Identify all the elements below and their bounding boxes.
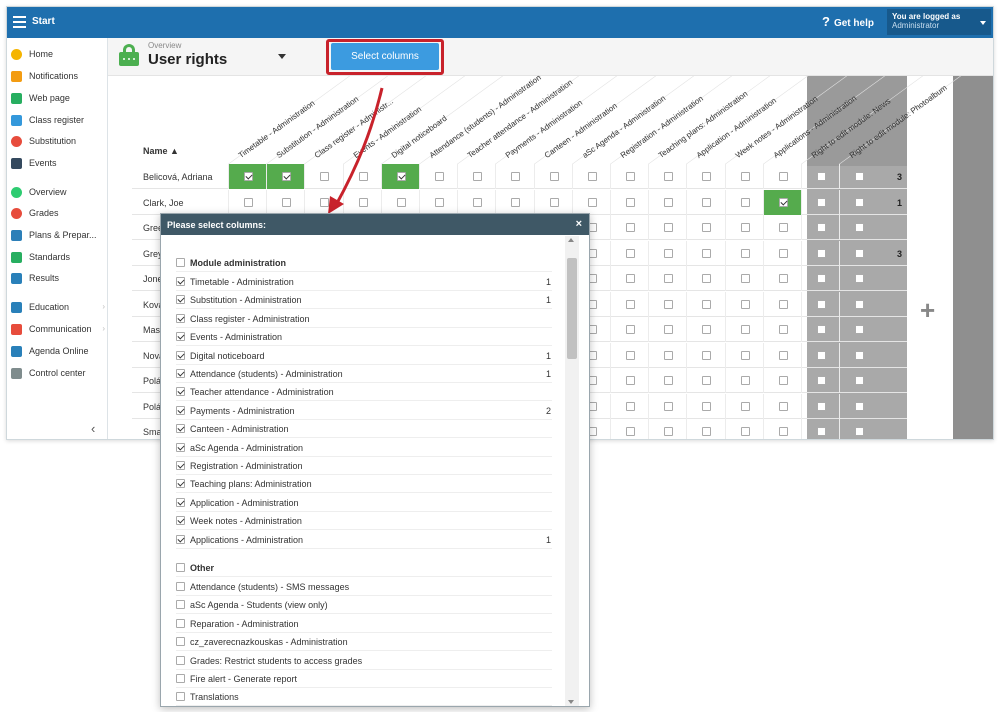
column-option-checkbox[interactable] bbox=[176, 692, 185, 702]
column-option-checkbox[interactable] bbox=[176, 369, 185, 378]
column-option-label: aSc Agenda - Students (view only) bbox=[190, 600, 328, 611]
column-option[interactable]: Canteen - Administration bbox=[176, 420, 552, 439]
column-option-checkbox[interactable] bbox=[176, 655, 185, 665]
column-option[interactable]: Class register - Administration bbox=[176, 310, 552, 328]
column-option[interactable]: cz_zaverecnazkouskas - Administration bbox=[176, 633, 552, 652]
column-option-checkbox[interactable] bbox=[176, 424, 185, 434]
column-option[interactable]: Attendance (students) - Administration 1 bbox=[176, 365, 552, 383]
column-option-label: Canteen - Administration bbox=[190, 424, 289, 435]
column-option-label: Applications - Administration bbox=[190, 534, 304, 545]
scroll-down-icon[interactable] bbox=[568, 700, 574, 704]
column-option-checkbox[interactable] bbox=[176, 600, 185, 610]
column-option-label: Grades: Restrict students to access grad… bbox=[190, 655, 363, 666]
column-option[interactable]: Translations bbox=[176, 688, 552, 706]
column-option-checkbox[interactable] bbox=[176, 313, 185, 323]
column-option-label: Week notes - Administration bbox=[190, 516, 302, 527]
section-header[interactable]: Other bbox=[176, 559, 552, 577]
column-option-checkbox[interactable] bbox=[176, 295, 185, 305]
column-option[interactable]: Payments - Administration 2 bbox=[176, 402, 552, 420]
column-option-checkbox[interactable] bbox=[176, 442, 185, 452]
close-icon[interactable]: × bbox=[576, 218, 582, 230]
column-option-label: Registration - Administration bbox=[190, 461, 303, 471]
column-option-label: Teaching plans: Administration bbox=[190, 479, 312, 490]
column-option[interactable]: aSc Agenda - Students (view only) bbox=[176, 596, 552, 615]
column-option-checkbox[interactable] bbox=[176, 674, 185, 683]
column-option-checkbox[interactable] bbox=[176, 497, 185, 507]
column-option-checkbox[interactable] bbox=[176, 534, 185, 544]
column-option[interactable]: Week notes - Administration bbox=[176, 512, 552, 531]
dialog-body: Module administration Timetable - Adminis… bbox=[161, 235, 565, 706]
column-option[interactable]: Reparation - Administration bbox=[176, 615, 552, 633]
column-option[interactable]: Fire alert - Generate report bbox=[176, 670, 552, 688]
section-header[interactable]: Module administration bbox=[176, 254, 552, 272]
section-title: Module administration bbox=[190, 258, 287, 268]
section-checkbox[interactable] bbox=[176, 563, 185, 572]
column-option[interactable]: Substitution - Administration 1 bbox=[176, 291, 552, 310]
column-option-label: Payments - Administration bbox=[190, 405, 295, 416]
column-option[interactable]: Teaching plans: Administration bbox=[176, 475, 552, 494]
scroll-up-icon[interactable] bbox=[568, 238, 574, 242]
column-option-checkbox[interactable] bbox=[176, 516, 185, 526]
column-option-count: 1 bbox=[546, 350, 552, 361]
section-title: Other bbox=[190, 563, 215, 573]
column-option-label: Reparation - Administration bbox=[190, 618, 299, 629]
column-option-checkbox[interactable] bbox=[176, 582, 185, 591]
column-option-checkbox[interactable] bbox=[176, 461, 185, 470]
column-option-checkbox[interactable] bbox=[176, 350, 185, 360]
column-option-label: Teacher attendance - Administration bbox=[190, 387, 334, 398]
column-option[interactable]: Registration - Administration bbox=[176, 457, 552, 475]
column-option-count: 1 bbox=[546, 369, 552, 379]
column-option-count: 1 bbox=[546, 534, 552, 545]
column-option-count: 2 bbox=[546, 405, 552, 416]
column-option-label: Attendance (students) - Administration bbox=[190, 369, 343, 379]
column-option-label: Events - Administration bbox=[190, 332, 283, 343]
column-option-label: Fire alert - Generate report bbox=[190, 674, 298, 684]
column-option-checkbox[interactable] bbox=[176, 479, 185, 489]
column-option[interactable]: Grades: Restrict students to access grad… bbox=[176, 652, 552, 670]
column-option-label: Application - Administration bbox=[190, 497, 299, 508]
select-columns-dialog: Please select columns: × Module administ… bbox=[160, 213, 590, 707]
column-option[interactable]: Teacher attendance - Administration bbox=[176, 383, 552, 402]
column-option-checkbox[interactable] bbox=[176, 405, 185, 415]
column-option[interactable]: Events - Administration bbox=[176, 328, 552, 347]
dialog-title: Please select columns: bbox=[167, 220, 267, 230]
column-option-label: Translations bbox=[190, 692, 239, 703]
column-option-label: Substitution - Administration bbox=[190, 295, 302, 306]
column-option-checkbox[interactable] bbox=[176, 387, 185, 397]
column-option-label: aSc Agenda - Administration bbox=[190, 442, 304, 453]
dialog-header: Please select columns: × bbox=[161, 214, 589, 235]
column-option-count: 1 bbox=[546, 277, 552, 287]
column-option-checkbox[interactable] bbox=[176, 277, 185, 286]
column-option-label: Attendance (students) - SMS messages bbox=[190, 582, 350, 592]
column-option[interactable]: Digital noticeboard 1 bbox=[176, 347, 552, 365]
column-option-count: 1 bbox=[546, 295, 552, 306]
section-checkbox[interactable] bbox=[176, 258, 185, 267]
column-option[interactable]: aSc Agenda - Administration bbox=[176, 439, 552, 457]
column-option[interactable]: Applications - Administration 1 bbox=[176, 531, 552, 549]
column-option[interactable]: Attendance (students) - SMS messages bbox=[176, 578, 552, 596]
column-option-checkbox[interactable] bbox=[176, 332, 185, 342]
column-option-label: cz_zaverecnazkouskas - Administration bbox=[190, 637, 348, 648]
column-option-label: Class register - Administration bbox=[190, 313, 310, 324]
column-option-label: Timetable - Administration bbox=[190, 277, 294, 287]
column-option-checkbox[interactable] bbox=[176, 618, 185, 628]
column-option[interactable]: Application - Administration bbox=[176, 494, 552, 512]
column-option[interactable]: Timetable - Administration 1 bbox=[176, 273, 552, 291]
column-option-label: Digital noticeboard bbox=[190, 350, 265, 361]
scrollbar-thumb[interactable] bbox=[567, 258, 577, 359]
column-option-checkbox[interactable] bbox=[176, 637, 185, 647]
